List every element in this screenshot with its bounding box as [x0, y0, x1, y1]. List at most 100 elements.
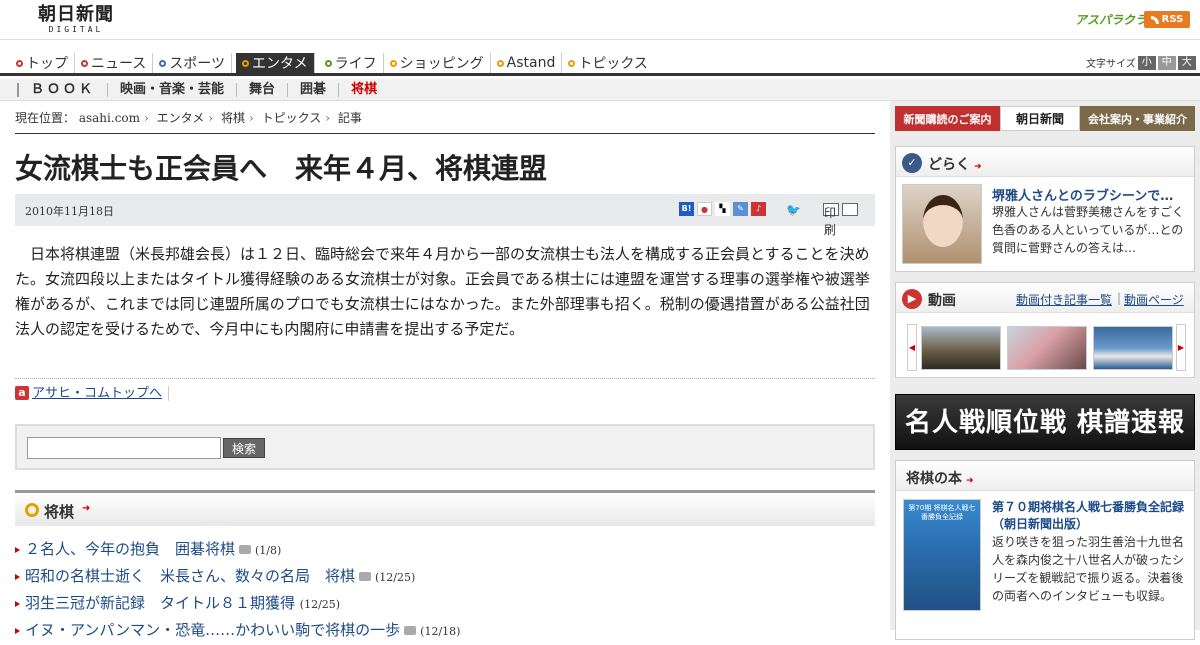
link-separator: | — [1117, 291, 1122, 305]
doraku-text: 堺雅人さんは菅野美穂さんをすごく色香のある人といっているが…との質問に菅野さんの… — [992, 205, 1185, 255]
book-cover[interactable]: 第70期 将棋名人戦七番勝負全記録 — [903, 499, 981, 611]
logo-main: 朝日新聞 — [38, 4, 114, 25]
bullet-icon — [324, 59, 332, 67]
main-nav: トップ ニュース スポーツ エンタメ ライフ ショッピング Astand トピッ… — [0, 50, 1200, 76]
video-thumbnail[interactable] — [921, 326, 1001, 370]
chevron-right-icon: › — [144, 111, 149, 125]
doraku-icon: ✓ — [902, 153, 922, 173]
breadcrumb-asahi[interactable]: asahi.com — [79, 111, 140, 125]
breadcrumb-shogi[interactable]: 将棋 — [221, 111, 245, 125]
camera-icon — [359, 572, 372, 581]
nav-item-top[interactable]: トップ — [10, 53, 75, 73]
breadcrumb: 現在位置： asahi.com › エンタメ › 将棋 › トピックス › 記事 — [15, 104, 875, 134]
article-date: 2010年11月18日 — [25, 205, 114, 218]
rss-button[interactable]: RSS — [1144, 11, 1190, 28]
search-button[interactable]: 検索 — [223, 438, 265, 458]
list-item[interactable]: ２名人、今年の抱負 囲碁将棋 (1/8) — [15, 536, 875, 563]
livedoor-clip-icon[interactable]: ✎ — [733, 202, 748, 216]
bullet-icon — [16, 59, 23, 67]
shogi-section-title[interactable]: 将棋 — [44, 501, 74, 522]
shogi-book-box: 将棋の本 ➜ 第70期 将棋名人戦七番勝負全記録 第７０期将棋名人戦七番勝負全記録… — [895, 460, 1195, 640]
font-size-small-button[interactable]: 小 — [1137, 55, 1156, 70]
subnav-item-book[interactable]: ＢＯＯＫ — [17, 83, 107, 97]
video-header: ▶ 動画 動画付き記事一覧 | 動画ページ — [896, 283, 1194, 313]
doraku-title[interactable]: どらく ➜ — [928, 154, 982, 174]
article-body: 日本将棋連盟（米長邦雄会長）は１２日、臨時総会で来年４月から一部の女流棋士も法人… — [15, 245, 870, 338]
breadcrumb-topics[interactable]: トピックス — [262, 111, 322, 125]
video-box: ▶ 動画 動画付き記事一覧 | 動画ページ ◀ ▶ — [895, 282, 1195, 378]
article-title: 女流棋士も正会員へ 来年４月、将棋連盟 — [15, 152, 548, 185]
bullet-icon — [81, 59, 88, 67]
bullet-icon — [389, 59, 397, 67]
bullet-icon — [159, 59, 167, 67]
chevron-right-icon: › — [325, 111, 331, 125]
nav-item-life[interactable]: ライフ — [319, 53, 384, 73]
arrow-right-icon: ➜ — [966, 476, 974, 486]
chevron-right-icon: › — [208, 111, 214, 125]
subnav-item-stage[interactable]: 舞台 — [236, 83, 287, 97]
site-header: 朝日新聞 DIGITAL アスパラクラブ RSS — [0, 0, 1200, 40]
social-bookmarks: B! ● ▚ ✎ ♪ — [679, 202, 766, 216]
delicious-icon[interactable]: ▚ — [715, 202, 730, 216]
print-label: 印刷 — [823, 203, 839, 237]
shogi-book-title[interactable]: 将棋の本 ➜ — [906, 468, 974, 488]
list-item[interactable]: 昭和の名棋士逝く 米長さん、数々の名局 将棋 (12/25) — [15, 563, 875, 590]
twitter-icon[interactable]: 🐦 — [786, 204, 802, 216]
doraku-box: ✓ どらく ➜ 堺雅人さんとのラブシーンで… 堺雅人さんは菅野美穂さんをすごく色香… — [895, 146, 1195, 272]
breadcrumb-label: 現在位置： — [15, 111, 76, 125]
bullet-icon — [242, 59, 250, 67]
asahi-logo[interactable]: 朝日新聞 DIGITAL — [30, 5, 122, 35]
book-cover-text: 第70期 将棋名人戦七番勝負全記録 — [908, 504, 976, 521]
doraku-headline[interactable]: 堺雅人さんとのラブシーンで… — [992, 185, 1173, 204]
arrow-right-icon: ➜ — [82, 503, 91, 514]
nav-item-entame[interactable]: エンタメ — [236, 53, 315, 73]
nav-item-news[interactable]: ニュース — [75, 53, 154, 73]
font-size-medium-button[interactable]: 中 — [1157, 55, 1176, 70]
carousel-next-button[interactable]: ▶ — [1176, 324, 1186, 371]
nav-item-shopping[interactable]: ショッピング — [384, 53, 491, 73]
yahoo-bookmark-icon[interactable]: ♪ — [751, 202, 766, 216]
doraku-header: ✓ どらく ➜ — [896, 147, 1194, 177]
video-thumbnail[interactable] — [1007, 326, 1087, 370]
shogi-section-header: 将棋 ➜ — [15, 490, 875, 526]
search-input[interactable] — [27, 437, 221, 459]
asahi-shimbun-banner[interactable]: 朝日新聞 — [1000, 106, 1080, 131]
video-title: 動画 — [928, 293, 956, 309]
book-description: 返り咲きを狙った羽生善治十九世名人を森内俊之十八世名人が破ったシリーズを観戦記で… — [992, 535, 1185, 603]
video-thumbnail[interactable] — [1093, 326, 1173, 370]
doraku-photo[interactable] — [902, 184, 982, 264]
list-item[interactable]: 羽生三冠が新記録 タイトル８１期獲得 (12/25) — [15, 590, 875, 617]
chevron-right-icon: › — [248, 111, 254, 125]
subnav-item-movie-music[interactable]: 映画・音楽・芸能 — [107, 83, 236, 97]
book-title[interactable]: 第７０期将棋名人戦七番勝負全記録（朝日新聞出版） — [992, 499, 1192, 533]
article-meta-bar: 2010年11月18日 B! ● ▚ ✎ ♪ 🐦 印刷 — [15, 194, 875, 237]
subscription-banner[interactable]: 新聞購読のご案内 — [895, 106, 1000, 131]
asahi-a-icon: a — [15, 385, 29, 400]
video-articles-link[interactable]: 動画付き記事一覧 — [1016, 291, 1112, 308]
meijin-kifu-banner[interactable]: 名人戦順位戦 棋譜速報 — [895, 394, 1195, 450]
video-page-link[interactable]: 動画ページ — [1124, 291, 1184, 308]
company-info-banner[interactable]: 会社案内・事業紹介 — [1080, 106, 1195, 131]
header-ad-banners: 新聞購読のご案内 朝日新聞 会社案内・事業紹介 — [895, 106, 1195, 131]
shogi-book-header: 将棋の本 ➜ — [896, 461, 1194, 491]
subnav-item-shogi[interactable]: 将棋 — [338, 83, 389, 97]
circle-icon — [25, 503, 39, 517]
font-size-label: 文字サイズ — [1086, 59, 1136, 70]
breadcrumb-entame[interactable]: エンタメ — [157, 111, 205, 125]
asahi-top-link[interactable]: アサヒ・コムトップへ — [32, 386, 170, 401]
buzzurl-icon[interactable]: ● — [697, 202, 712, 216]
hatena-bookmark-icon[interactable]: B! — [679, 202, 694, 216]
nav-item-astand[interactable]: Astand — [491, 53, 563, 73]
nav-item-sports[interactable]: スポーツ — [153, 53, 233, 73]
rss-icon — [1150, 15, 1159, 24]
bullet-icon — [568, 59, 576, 67]
arrow-right-icon: ➜ — [974, 162, 982, 172]
subnav-item-igo[interactable]: 囲碁 — [287, 83, 338, 97]
nav-item-topics[interactable]: トピックス — [562, 53, 654, 73]
carousel-prev-button[interactable]: ◀ — [907, 324, 917, 371]
print-button[interactable]: 印刷 — [820, 202, 858, 237]
font-size-large-button[interactable]: 大 — [1177, 55, 1196, 70]
search-box: 検索 — [15, 424, 875, 470]
list-item[interactable]: イヌ・アンパンマン・恐竜……かわいい駒で将棋の一歩 (12/18) — [15, 617, 875, 644]
article-links: a アサヒ・コムトップへ — [15, 378, 875, 401]
